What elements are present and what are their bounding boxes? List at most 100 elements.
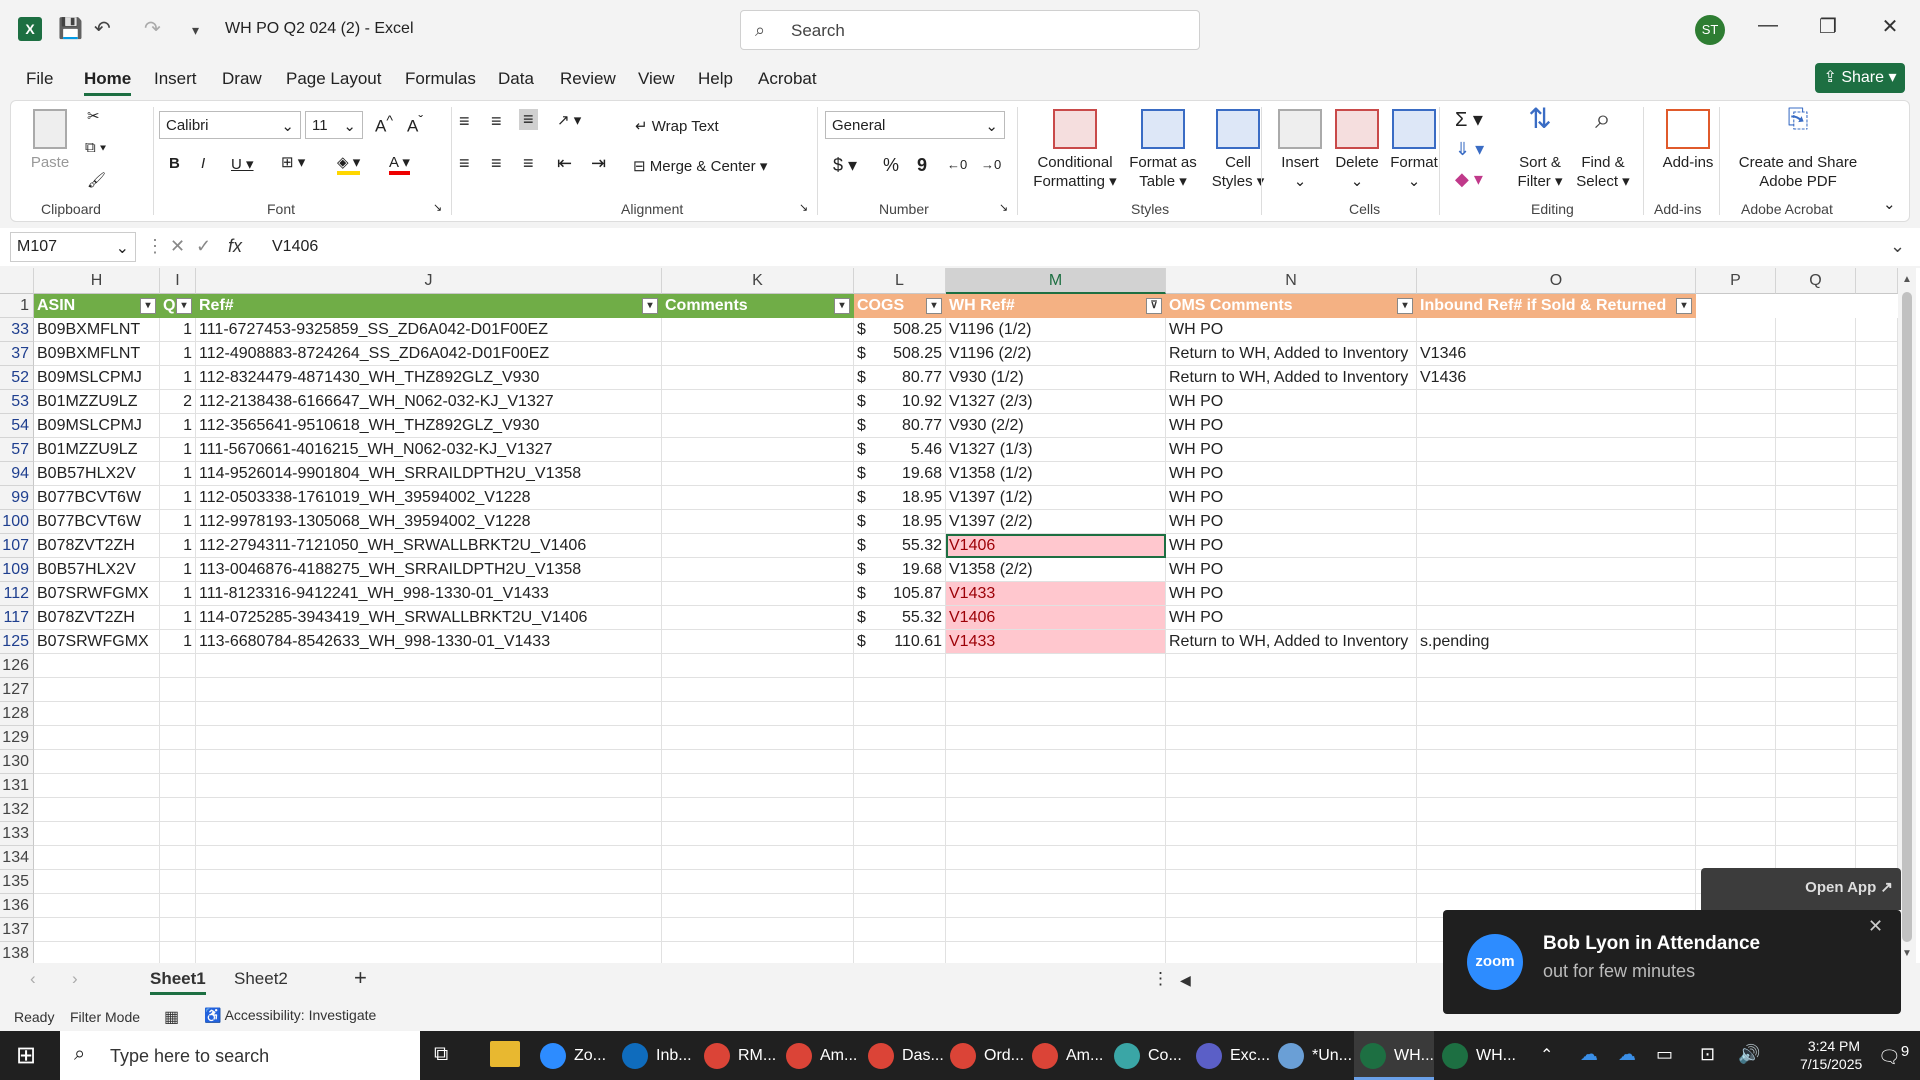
row-header[interactable]: 117 — [0, 606, 34, 630]
empty-cell[interactable] — [946, 678, 1166, 702]
filter-dropdown-icon[interactable]: ▾ — [926, 298, 942, 314]
empty-cell[interactable] — [946, 726, 1166, 750]
empty-cell[interactable] — [34, 822, 160, 846]
row-header[interactable]: 133 — [0, 822, 34, 846]
enter-icon[interactable]: ✓ — [196, 236, 211, 257]
cell-ref[interactable]: 111-8123316-9412241_WH_998-1330-01_V1433 — [196, 582, 662, 606]
cell-ref[interactable]: 113-0046876-4188275_WH_SRRAILDPTH2U_V135… — [196, 558, 662, 582]
row-header[interactable]: 132 — [0, 798, 34, 822]
font-name-combo[interactable]: Calibri ⌄ — [159, 111, 301, 139]
empty-cell[interactable] — [1696, 702, 1776, 726]
cell-q[interactable] — [1776, 414, 1856, 438]
cell-ref[interactable]: 112-8324479-4871430_WH_THZ892GLZ_V930 — [196, 366, 662, 390]
empty-cell[interactable] — [160, 798, 196, 822]
cell-p[interactable] — [1696, 558, 1776, 582]
empty-cell[interactable] — [1166, 846, 1417, 870]
empty-cell[interactable] — [662, 750, 854, 774]
empty-cell[interactable] — [854, 846, 946, 870]
name-box[interactable]: M107 ⌄ — [10, 232, 136, 262]
cell-comments[interactable] — [662, 318, 854, 342]
find-select-button[interactable]: ⌕ Find & Select ▾ — [1573, 105, 1633, 191]
cell-p[interactable] — [1696, 390, 1776, 414]
cell-inbound[interactable] — [1417, 510, 1696, 534]
empty-cell[interactable] — [1417, 798, 1696, 822]
expand-formula-icon[interactable]: ⌄ — [1890, 236, 1905, 257]
tab-review[interactable]: Review — [560, 69, 616, 89]
cell-wh-ref[interactable]: V1433 — [946, 630, 1166, 654]
cell-asin[interactable]: B078ZVT2ZH — [34, 534, 160, 558]
increase-decimal-icon[interactable]: ←0 — [947, 157, 967, 172]
tab-file[interactable]: File — [26, 69, 53, 89]
empty-cell[interactable] — [196, 846, 662, 870]
macro-icon[interactable]: ▦ — [164, 1007, 179, 1027]
filter-dropdown-icon[interactable]: ▾ — [1676, 298, 1692, 314]
cell-comments[interactable] — [662, 558, 854, 582]
empty-cell[interactable] — [34, 726, 160, 750]
empty-cell[interactable] — [1776, 654, 1856, 678]
orientation-icon[interactable]: ↗ ▾ — [557, 111, 581, 129]
cell-cogs[interactable]: $5.46 — [854, 438, 946, 462]
empty-cell[interactable] — [854, 798, 946, 822]
cell-q[interactable] — [1776, 462, 1856, 486]
cell-p[interactable] — [1696, 342, 1776, 366]
formula-input[interactable]: V1406 — [272, 238, 318, 256]
empty-cell[interactable] — [1166, 918, 1417, 942]
cell-comments[interactable] — [662, 486, 854, 510]
empty-cell[interactable] — [946, 750, 1166, 774]
add-sheet-button[interactable]: + — [354, 965, 367, 991]
empty-cell[interactable] — [1166, 798, 1417, 822]
empty-cell[interactable] — [196, 870, 662, 894]
cell-oms-comments[interactable]: Return to WH, Added to Inventory — [1166, 342, 1417, 366]
header-inbound[interactable]: Inbound Ref# if Sold & Returned ▾ — [1417, 294, 1696, 318]
cell-comments[interactable] — [662, 438, 854, 462]
cell-oms-comments[interactable]: WH PO — [1166, 462, 1417, 486]
cell-asin[interactable]: B078ZVT2ZH — [34, 606, 160, 630]
scroll-up-icon[interactable]: ▲ — [1902, 274, 1912, 285]
format-as-table-button[interactable]: Format as Table ▾ — [1123, 109, 1203, 191]
taskbar-app-outlook[interactable]: Inb... — [616, 1031, 696, 1080]
row-header[interactable]: 136 — [0, 894, 34, 918]
empty-cell[interactable] — [1166, 678, 1417, 702]
empty-cell[interactable] — [1417, 870, 1696, 894]
cell-qty[interactable]: 1 — [160, 534, 196, 558]
cell-comments[interactable] — [662, 510, 854, 534]
cell-cogs[interactable]: $80.77 — [854, 366, 946, 390]
cell-ref[interactable]: 112-4908883-8724264_SS_ZD6A042-D01F00EZ — [196, 342, 662, 366]
column-header-h[interactable]: H — [34, 268, 160, 294]
borders-icon[interactable]: ⊞ ▾ — [281, 153, 305, 171]
empty-cell[interactable] — [946, 822, 1166, 846]
empty-cell[interactable] — [1776, 822, 1856, 846]
filter-dropdown-icon[interactable]: ▾ — [140, 298, 156, 314]
empty-cell[interactable] — [1166, 726, 1417, 750]
next-sheet-icon[interactable]: › — [72, 969, 78, 989]
cell-ref[interactable]: 112-0503338-1761019_WH_39594002_V1228 — [196, 486, 662, 510]
empty-cell[interactable] — [662, 702, 854, 726]
customize-qat-icon[interactable]: ▾ — [192, 22, 199, 39]
italic-button[interactable]: I — [201, 155, 205, 172]
cell-asin[interactable]: B09MSLCPMJ — [34, 366, 160, 390]
empty-cell[interactable] — [1696, 654, 1776, 678]
cell-q[interactable] — [1776, 606, 1856, 630]
cell-p[interactable] — [1696, 366, 1776, 390]
font-launcher-icon[interactable]: ↘ — [433, 201, 442, 214]
scrollbar-thumb[interactable] — [1902, 292, 1912, 942]
save-icon[interactable]: 💾 — [58, 16, 83, 41]
percent-button[interactable]: % — [883, 155, 899, 176]
empty-cell[interactable] — [662, 798, 854, 822]
cell-cogs[interactable]: $55.32 — [854, 534, 946, 558]
taskbar-search[interactable]: ⌕ Type here to search — [60, 1031, 420, 1080]
row-header[interactable]: 112 — [0, 582, 34, 606]
empty-cell[interactable] — [946, 798, 1166, 822]
empty-cell[interactable] — [946, 894, 1166, 918]
cell-inbound[interactable]: V1346 — [1417, 342, 1696, 366]
cell-comments[interactable] — [662, 366, 854, 390]
row-header[interactable]: 125 — [0, 630, 34, 654]
empty-cell[interactable] — [854, 870, 946, 894]
cell-asin[interactable]: B09MSLCPMJ — [34, 414, 160, 438]
cell-q[interactable] — [1776, 534, 1856, 558]
windows-start-icon[interactable]: ⊞ — [16, 1043, 42, 1069]
cell-cogs[interactable]: $19.68 — [854, 462, 946, 486]
empty-cell[interactable] — [196, 702, 662, 726]
empty-cell[interactable] — [1166, 822, 1417, 846]
empty-cell[interactable] — [1776, 702, 1856, 726]
